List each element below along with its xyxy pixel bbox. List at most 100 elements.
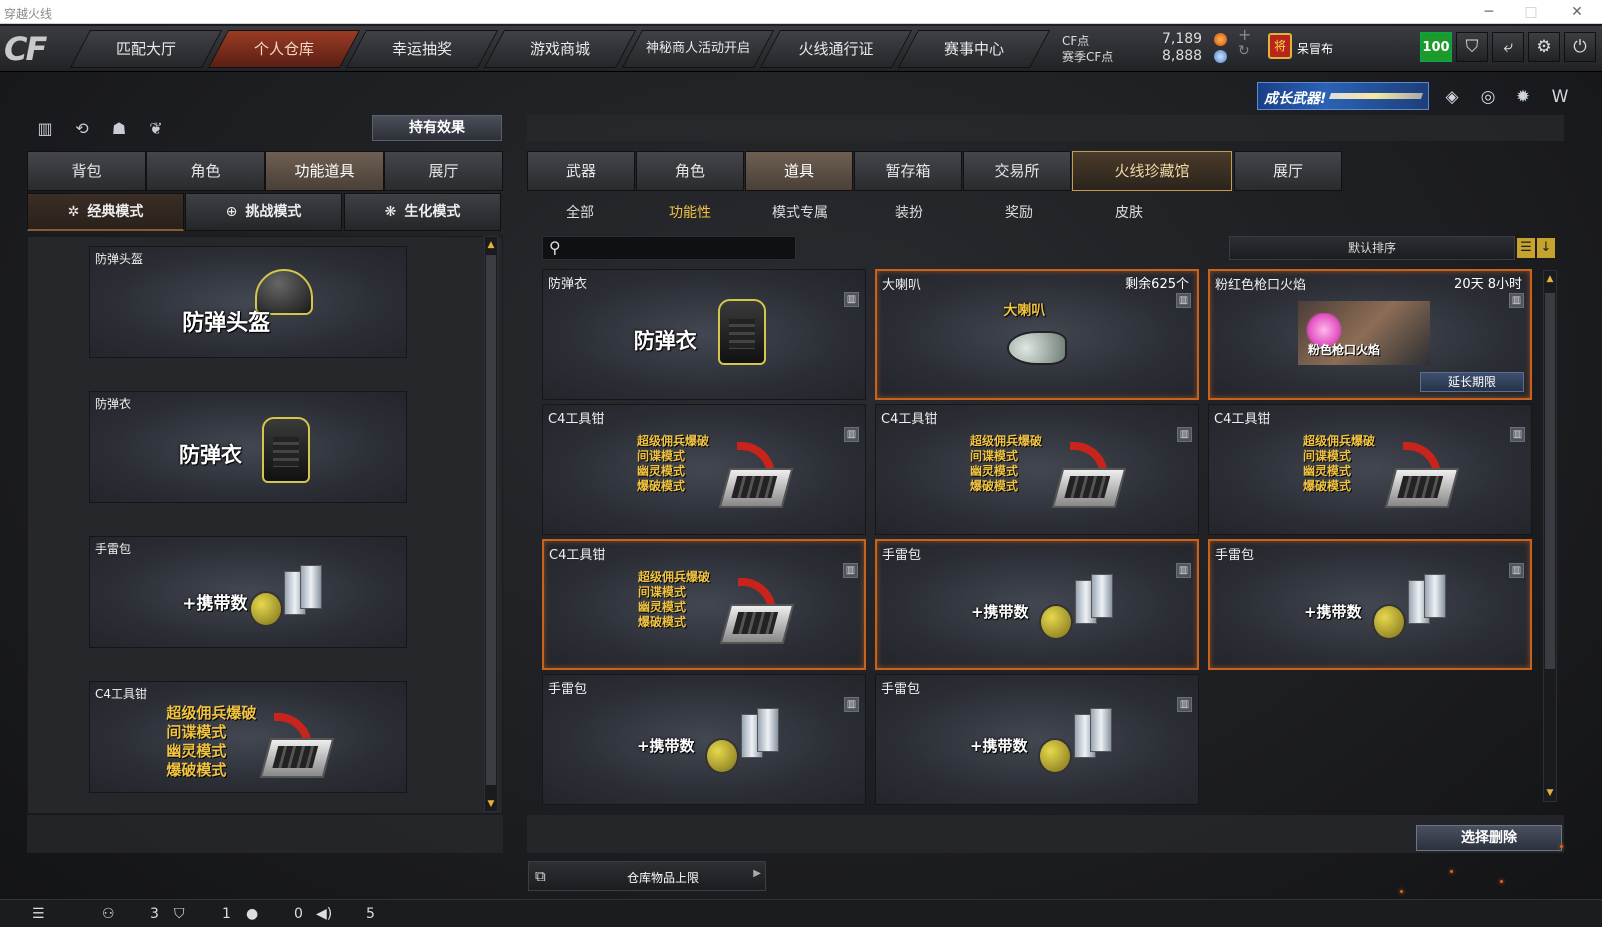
shield-icon[interactable]: ⛉ [1456,32,1488,62]
nav-tab-6[interactable]: 火线通行证 [759,30,913,68]
right-tab-4[interactable]: 暂存箱 [854,151,962,191]
gear-icon[interactable]: ⚙ [1528,32,1560,62]
trash-icon[interactable]: ▥ [1510,427,1525,442]
left-scrollbar-thumb[interactable] [486,255,496,785]
globe-shield-icon[interactable]: ◎ [1474,84,1502,110]
left-item-card[interactable]: 防弹头盔 防弹头盔 [89,246,407,358]
grenade-icon [705,737,739,774]
right-tab-6[interactable]: 火线珍藏馆 [1072,151,1232,191]
cf-logo[interactable]: CF [4,30,64,68]
level-badge[interactable]: 100 [1420,32,1452,62]
warehouse-item-card[interactable]: 粉色枪口火焰 粉红色枪口火焰 20天 8小时 ▥ 延长期限 [1208,269,1532,400]
warehouse-capacity-bar[interactable]: ⧉ 仓库物品上限 ▶ [528,861,766,891]
left-tab-1[interactable]: 背包 [27,151,146,191]
warehouse-item-card[interactable]: 超级佣兵爆破 间谍模式 幽灵模式 爆破模式 C4工具钳 ▥ [542,404,866,535]
warehouse-item-card[interactable]: 超级佣兵爆破 间谍模式 幽灵模式 爆破模式 C4工具钳 ▥ [542,539,866,670]
right-scrollbar-thumb[interactable] [1545,293,1555,669]
left-tab-3[interactable]: 功能道具 [265,151,384,191]
wings-icon[interactable]: W [1546,84,1574,110]
refresh-icon[interactable]: ↻ [1238,43,1250,59]
trash-icon[interactable]: ▥ [1509,563,1524,578]
trash-icon[interactable]: ▥ [844,697,859,712]
right-scroll-up-icon[interactable]: ▲ [1543,272,1557,286]
search-box[interactable]: ⚲ [542,236,796,260]
character-icon[interactable]: ☗ [107,117,131,141]
trash-icon[interactable]: ▥ [1177,697,1192,712]
trash-icon[interactable]: ▥ [1176,293,1191,308]
power-icon[interactable]: ⏻ [1564,32,1596,62]
mode-tab-1[interactable]: ✲ 经典模式 [27,193,184,231]
trash-icon[interactable]: ▥ [844,427,859,442]
right-tab-1[interactable]: 武器 [527,151,635,191]
friends-icon[interactable]: ⚇ [102,906,115,922]
megaphone-icon [1006,331,1067,366]
minimize-icon[interactable]: ─ [1478,3,1500,21]
warehouse-item-card[interactable]: +携带数 手雷包 ▥ [875,674,1199,805]
left-tab-4[interactable]: 展厅 [384,151,503,191]
search-input[interactable] [571,239,791,257]
left-scrollbar[interactable] [484,236,498,812]
badge-v-icon[interactable]: ◈ [1438,84,1466,110]
warehouse-item-card[interactable]: +携带数 手雷包 ▥ [542,674,866,805]
left-tab-2[interactable]: 角色 [146,151,265,191]
nav-tab-2[interactable]: 个人仓库 [207,30,361,68]
add-cf-plus-icon[interactable]: + [1238,25,1251,44]
trash-icon[interactable]: ▥ [1176,563,1191,578]
right-tab-5[interactable]: 交易所 [963,151,1071,191]
subtab-1[interactable]: 全部 [545,201,615,225]
left-item-card[interactable]: +携带数 手雷包 [89,536,407,648]
challenge-mode-icon: ⊕ [225,204,238,220]
warehouse-item-card[interactable]: 超级佣兵爆破 间谍模式 幽灵模式 爆破模式 C4工具钳 ▥ [875,404,1199,535]
list-view-icon[interactable]: ☰ [1517,238,1535,258]
speaker-icon[interactable]: ◀) [316,906,332,922]
nav-tab-3[interactable]: 幸运抽奖 [345,30,499,68]
subtab-2[interactable]: 功能性 [655,201,725,225]
left-item-card[interactable]: 超级佣兵爆破 间谍模式 幽灵模式 爆破模式 C4工具钳 [89,681,407,793]
right-tab-3[interactable]: 道具 [745,151,853,191]
trash-icon[interactable]: ▥ [1177,427,1192,442]
grenade-icon[interactable]: ❦ [144,117,168,141]
right-tab-7[interactable]: 展厅 [1234,151,1342,191]
right-scroll-down-icon[interactable]: ▼ [1543,786,1557,800]
trash-icon[interactable]: ▥ [843,563,858,578]
warehouse-item-card[interactable]: 超级佣兵爆破 间谍模式 幽灵模式 爆破模式 C4工具钳 ▥ [1208,404,1532,535]
chat-bubble-icon[interactable]: ● [246,906,258,922]
select-delete-button[interactable]: 选择删除 [1416,825,1562,851]
maximize-icon[interactable]: □ [1520,3,1542,21]
close-icon[interactable]: ✕ [1566,3,1588,21]
item-art-label: +携带数 [1303,603,1362,622]
clan-shield-icon[interactable]: ⛉ [174,906,185,922]
subtab-4[interactable]: 装扮 [874,201,944,225]
left-scroll-up-icon[interactable]: ▲ [484,238,498,252]
subtab-3[interactable]: 模式专属 [765,201,835,225]
nav-tab-7[interactable]: 赛事中心 [897,30,1051,68]
exit-icon[interactable]: ⤶ [1492,32,1524,62]
nav-tab-4[interactable]: 游戏商城 [483,30,637,68]
warehouse-item-card[interactable]: +携带数 手雷包 ▥ [875,539,1199,670]
warehouse-item-card[interactable]: 防弹衣 防弹衣 ▥ [542,269,866,400]
subtab-5[interactable]: 奖励 [984,201,1054,225]
sort-desc-icon[interactable]: ↓ [1537,238,1555,258]
spark-badge-icon[interactable]: ✹ [1509,84,1537,110]
warehouse-item-card[interactable]: 大喇叭 大喇叭 剩余625个 ▥ [875,269,1199,400]
trash-icon[interactable]: ▥ [1509,293,1524,308]
extend-duration-button[interactable]: 延长期限 [1420,372,1524,392]
right-scrollbar[interactable] [1543,270,1557,802]
right-tab-2[interactable]: 角色 [636,151,744,191]
history-icon[interactable]: ⟲ [70,117,94,141]
subtab-6[interactable]: 皮肤 [1094,201,1164,225]
nav-tab-label: 个人仓库 [253,40,314,58]
ranking-icon[interactable]: ▥ [33,117,57,141]
held-effects-button[interactable]: 持有效果 [372,115,502,141]
trash-icon[interactable]: ▥ [844,292,859,307]
mode-tab-3[interactable]: ❋ 生化模式 [344,193,501,231]
nav-tab-1[interactable]: 匹配大厅 [69,30,223,68]
menu-list-icon[interactable]: ☰ [32,906,45,922]
left-item-card[interactable]: 防弹衣 防弹衣 [89,391,407,503]
mode-tab-2[interactable]: ⊕ 挑战模式 [185,193,342,231]
warehouse-item-card[interactable]: +携带数 手雷包 ▥ [1208,539,1532,670]
sort-dropdown[interactable]: 默认排序 [1229,236,1515,260]
left-scroll-down-icon[interactable]: ▼ [484,797,498,811]
nav-tab-5[interactable]: 神秘商人活动开启 [621,30,775,68]
growth-weapon-banner[interactable]: 成长武器! [1257,82,1429,110]
